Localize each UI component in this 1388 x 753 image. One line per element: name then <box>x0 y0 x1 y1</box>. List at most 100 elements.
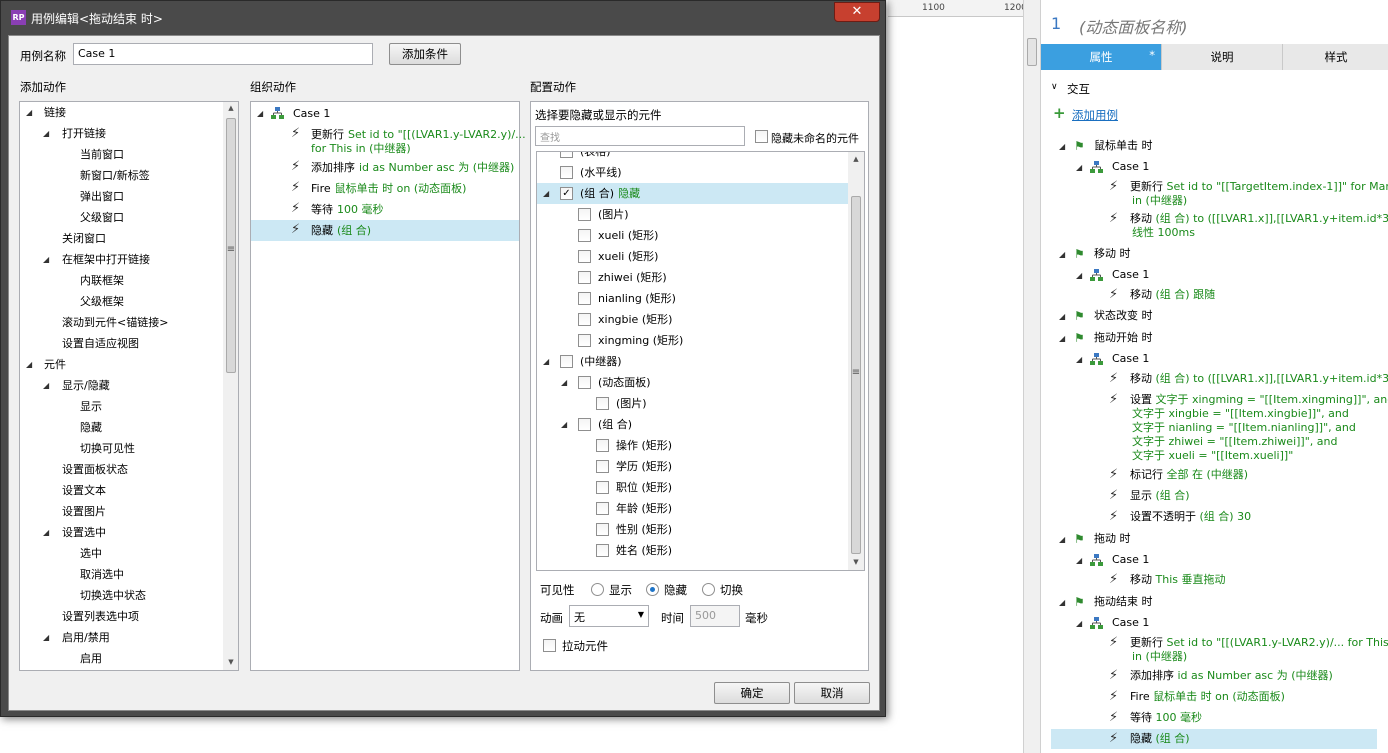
expand-triangle-icon[interactable]: ◢ <box>1076 356 1084 364</box>
action-item[interactable]: 设置文本 <box>62 480 106 501</box>
expand-triangle-icon[interactable]: ◢ <box>561 379 569 387</box>
expand-triangle-icon[interactable]: ◢ <box>43 256 51 264</box>
action-item[interactable]: 新窗口/新标签 <box>80 165 150 186</box>
widget-checkbox[interactable] <box>578 376 591 389</box>
action-item[interactable]: 设置自适应视图 <box>62 333 139 354</box>
case-label[interactable]: Case 1 <box>1112 264 1149 285</box>
case-label[interactable]: Case 1 <box>1112 156 1149 177</box>
widget-tree-item[interactable]: (中继器) <box>580 351 622 372</box>
action-item[interactable]: 弹出窗口 <box>80 186 124 207</box>
action-item[interactable]: 滚动到元件<锚链接> <box>62 312 168 333</box>
widget-tree-scrollbar[interactable]: ▲ ≡ ▼ <box>848 152 864 570</box>
action-item[interactable]: 显示/隐藏 <box>62 375 110 396</box>
expand-triangle-icon[interactable]: ◢ <box>43 634 51 642</box>
widget-tree-item[interactable]: (水平线) <box>580 162 622 183</box>
widget-tree-item[interactable]: (表格) <box>580 152 611 162</box>
action-item[interactable]: 父级框架 <box>80 291 124 312</box>
expand-triangle-icon[interactable]: ◢ <box>543 190 551 198</box>
scroll-up-arrow-icon[interactable]: ▲ <box>848 155 864 163</box>
widget-tree-item[interactable]: 职位 (矩形) <box>616 477 672 498</box>
widget-checkbox[interactable] <box>596 397 609 410</box>
ok-button[interactable]: 确定 <box>714 682 790 704</box>
interaction-action[interactable]: 标记行 全部 在 (中继器) <box>1130 464 1248 485</box>
widget-tree-item[interactable]: (图片) <box>598 204 629 225</box>
expand-triangle-icon[interactable]: ◢ <box>1076 620 1084 628</box>
case-name-input[interactable]: Case 1 <box>73 43 373 65</box>
canvas-scrollbar-thumb[interactable] <box>1027 38 1037 66</box>
time-input[interactable]: 500 <box>690 605 740 627</box>
widget-tree-item[interactable]: nianling (矩形) <box>598 288 676 309</box>
widget-checkbox[interactable] <box>578 313 591 326</box>
widget-tree-item[interactable]: zhiwei (矩形) <box>598 267 667 288</box>
action-item[interactable]: 切换可见性 <box>80 438 135 459</box>
interaction-action[interactable]: 移动 This 垂直拖动 <box>1130 569 1225 590</box>
expand-triangle-icon[interactable]: ◢ <box>43 130 51 138</box>
interaction-action[interactable]: 隐藏 (组 合) <box>1130 728 1190 749</box>
interaction-action[interactable]: 等待 100 毫秒 <box>1130 707 1202 728</box>
expand-triangle-icon[interactable]: ◢ <box>1076 557 1084 565</box>
widget-tree-item[interactable]: 姓名 (矩形) <box>616 540 672 561</box>
interaction-action[interactable]: 添加排序 id as Number asc 为 (中继器) <box>1130 665 1333 686</box>
organized-action[interactable]: 隐藏 (组 合) <box>311 220 371 241</box>
interaction-action[interactable]: 移动 (组 合) to ([[LVAR1.x]],[[LVAR1.y+item.… <box>1130 368 1388 389</box>
expand-triangle-icon[interactable]: ◢ <box>257 110 265 118</box>
widget-tree-item[interactable]: 学历 (矩形) <box>616 456 672 477</box>
expand-triangle-icon[interactable]: ◢ <box>1059 251 1067 259</box>
action-item[interactable]: 当前窗口 <box>80 144 124 165</box>
widget-checkbox[interactable] <box>596 523 609 536</box>
widget-tree-item[interactable]: 操作 (矩形) <box>616 435 672 456</box>
radio-show[interactable] <box>591 583 604 596</box>
widget-tree-item[interactable]: (组 合) 隐藏 <box>580 183 640 204</box>
interaction-action[interactable]: 显示 (组 合) <box>1130 485 1190 506</box>
widget-search-input[interactable]: 查找 <box>535 126 745 146</box>
action-item[interactable]: 设置面板状态 <box>62 459 128 480</box>
widget-checkbox[interactable] <box>560 355 573 368</box>
widget-checkbox[interactable] <box>560 152 573 158</box>
case-label[interactable]: Case 1 <box>1112 348 1149 369</box>
expand-triangle-icon[interactable]: ◢ <box>43 529 51 537</box>
widget-checkbox[interactable] <box>578 250 591 263</box>
widget-tree-item[interactable]: (动态面板) <box>598 372 651 393</box>
event-3[interactable]: 拖动开始 时 <box>1094 327 1153 348</box>
widget-checkbox[interactable] <box>578 418 591 431</box>
event-4[interactable]: 拖动 时 <box>1094 528 1131 549</box>
widget-checkbox[interactable] <box>596 460 609 473</box>
organized-action[interactable]: 等待 100 毫秒 <box>311 199 384 220</box>
widget-tree-item[interactable]: 年龄 (矩形) <box>616 498 672 519</box>
action-item[interactable]: 设置列表选中项 <box>62 606 139 627</box>
widget-tree-item[interactable]: xueli (矩形) <box>598 246 658 267</box>
widget-checkbox[interactable]: ✓ <box>560 187 573 200</box>
action-item[interactable]: 设置选中 <box>62 522 106 543</box>
action-item[interactable]: 切换选中状态 <box>80 585 146 606</box>
widget-checkbox[interactable] <box>560 166 573 179</box>
widget-checkbox[interactable] <box>578 271 591 284</box>
expand-triangle-icon[interactable]: ◢ <box>1076 164 1084 172</box>
widget-checkbox[interactable] <box>596 544 609 557</box>
action-item[interactable]: 关闭窗口 <box>62 228 106 249</box>
action-item[interactable]: 选中 <box>80 543 102 564</box>
widget-tree-item[interactable]: xueli (矩形) <box>598 225 658 246</box>
hide-unnamed-checkbox[interactable] <box>755 130 768 143</box>
action-item[interactable]: 内联框架 <box>80 270 124 291</box>
expand-triangle-icon[interactable]: ◢ <box>543 358 551 366</box>
case-label[interactable]: Case 1 <box>1112 549 1149 570</box>
canvas-scrollbar[interactable] <box>1023 0 1040 753</box>
expand-triangle-icon[interactable]: ◢ <box>1059 536 1067 544</box>
action-item[interactable]: 隐藏 <box>80 417 102 438</box>
widget-tree-item[interactable]: xingming (矩形) <box>598 330 683 351</box>
expand-triangle-icon[interactable]: ◢ <box>43 382 51 390</box>
expand-triangle-icon[interactable]: ◢ <box>1076 272 1084 280</box>
widget-checkbox[interactable] <box>596 439 609 452</box>
widget-tree-item[interactable]: (组 合) <box>598 414 632 435</box>
action-item[interactable]: 链接 <box>44 102 66 123</box>
radio-toggle[interactable] <box>702 583 715 596</box>
add-actions-scrollbar[interactable]: ▲ ≡ ▼ <box>223 102 238 670</box>
action-item[interactable]: 在框架中打开链接 <box>62 249 150 270</box>
widget-checkbox[interactable] <box>578 208 591 221</box>
action-item[interactable]: 父级窗口 <box>80 207 124 228</box>
interaction-action[interactable]: Fire 鼠标单击 时 on (动态面板) <box>1130 686 1285 707</box>
action-item[interactable]: 设置图片 <box>62 501 106 522</box>
widget-checkbox[interactable] <box>578 334 591 347</box>
widget-tree-item[interactable]: xingbie (矩形) <box>598 309 672 330</box>
expand-triangle-icon[interactable]: ◢ <box>1059 599 1067 607</box>
